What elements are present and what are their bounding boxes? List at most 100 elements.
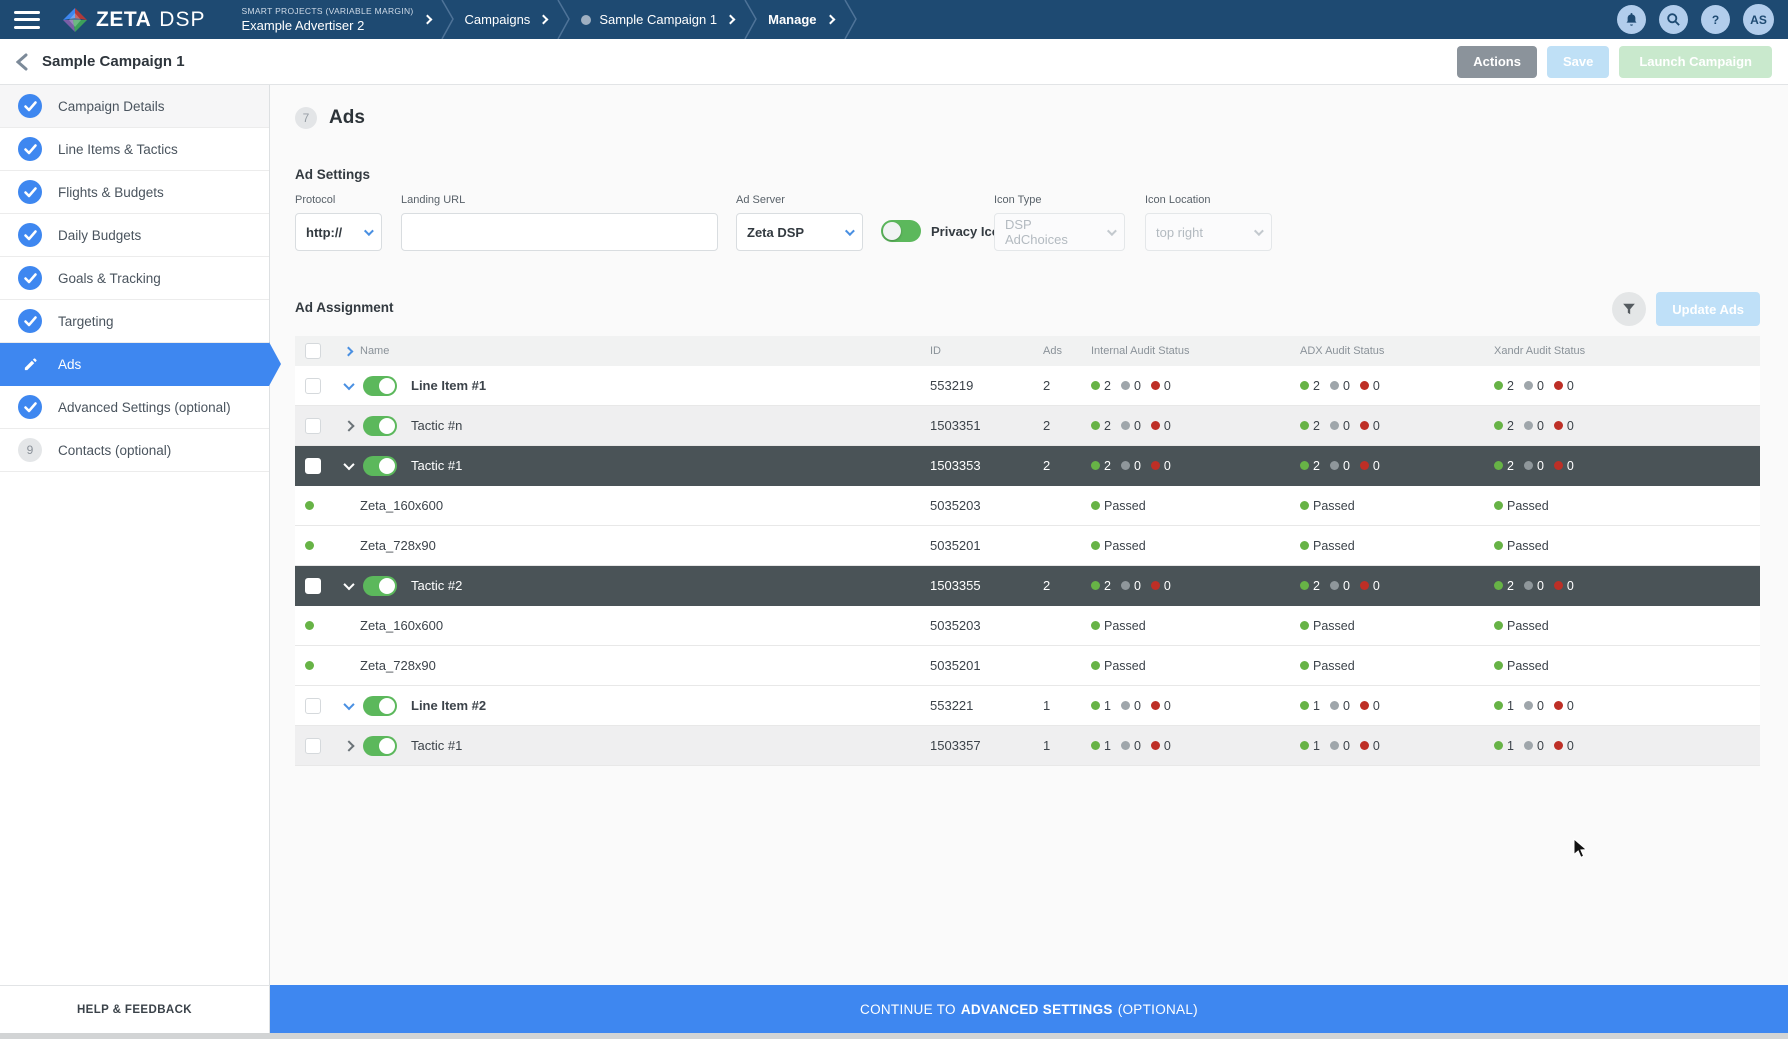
audit-count-green: 1 [1091,699,1111,713]
sidebar-item-campaign-details[interactable]: Campaign Details [0,85,269,128]
row-enabled-toggle[interactable] [363,416,397,436]
row-ads-count: 2 [1043,378,1091,393]
brand-zeta: ZETA [96,8,151,32]
internal-audit-status: 200 [1091,379,1300,393]
assignment-row[interactable]: Line Item #15532192200200200 [295,366,1760,406]
col-id[interactable]: ID [930,345,1043,357]
assignment-row[interactable]: Tactic #n15033512200200200 [295,406,1760,446]
col-name[interactable]: Name [360,345,389,357]
passed-label: Passed [1104,539,1146,553]
sidebar-item-targeting[interactable]: Targeting [0,300,269,343]
ad-server-field: Ad Server Zeta DSP [736,194,863,251]
assignment-row[interactable]: Line Item #25532211100100100 [295,686,1760,726]
row-checkbox[interactable] [305,698,321,714]
launch-campaign-button[interactable]: Launch Campaign [1619,46,1772,78]
sidebar-item-goals-tracking[interactable]: Goals & Tracking [0,257,269,300]
sidebar-item-contacts-optional[interactable]: 9Contacts (optional) [0,429,269,472]
chevron-down-icon[interactable] [343,458,354,469]
breadcrumb-item[interactable]: Manage [758,0,843,39]
chevron-down-icon[interactable] [343,578,354,589]
audit-count-value: 0 [1343,579,1350,593]
row-checkbox[interactable] [305,418,321,434]
chevron-right-icon[interactable] [539,15,549,25]
chevron-down-icon [364,226,374,236]
back-button[interactable] [16,53,28,71]
update-ads-button[interactable]: Update Ads [1656,292,1760,326]
internal-audit-status: 200 [1091,459,1300,473]
ad-row[interactable]: Zeta_160x6005035203PassedPassedPassed [295,606,1760,646]
audit-count-value: 2 [1507,459,1514,473]
internal-audit-status: 100 [1091,739,1300,753]
audit-count-green: 1 [1494,739,1514,753]
row-checkbox[interactable] [305,458,321,474]
search-icon[interactable] [1659,5,1688,34]
chevron-down-icon[interactable] [343,378,354,389]
xandr-audit-status: Passed [1494,499,1760,513]
assignment-row[interactable]: Tactic #215033552200200200 [295,566,1760,606]
audit-count-value: 2 [1313,419,1320,433]
hamburger-menu-icon[interactable] [14,11,40,29]
audit-count-value: 0 [1567,739,1574,753]
audit-count-value: 0 [1373,419,1380,433]
audit-count-value: 0 [1567,379,1574,393]
save-button[interactable]: Save [1547,46,1609,78]
audit-passed: Passed [1494,499,1549,513]
chevron-right-icon[interactable] [825,15,835,25]
chevron-right-icon[interactable] [726,15,736,25]
chevron-right-icon[interactable] [422,15,432,25]
audit-count-red: 0 [1151,739,1171,753]
audit-passed: Passed [1494,539,1549,553]
help-icon[interactable]: ? [1701,5,1730,34]
actions-button[interactable]: Actions [1457,46,1537,78]
row-checkbox[interactable] [305,738,321,754]
row-name: Line Item #1 [411,378,486,393]
continue-button[interactable]: CONTINUE TO ADVANCED SETTINGS (OPTIONAL) [270,985,1788,1033]
row-enabled-toggle[interactable] [363,576,397,596]
ad-row[interactable]: Zeta_160x6005035203PassedPassedPassed [295,486,1760,526]
row-id: 1503355 [930,578,1043,593]
row-checkbox[interactable] [305,578,321,594]
protocol-select[interactable]: http:// [295,213,382,251]
gray-dot-icon [1121,421,1130,430]
assignment-row[interactable]: Tactic #115033532200200200 [295,446,1760,486]
assignment-row[interactable]: Tactic #115033571100100100 [295,726,1760,766]
col-ads[interactable]: Ads [1043,345,1091,357]
breadcrumb-item[interactable]: Campaigns [455,0,558,39]
green-dot-icon [305,501,314,510]
breadcrumb-item[interactable]: SMART PROJECTS (VARIABLE MARGIN)Example … [231,0,440,39]
audit-count-gray: 0 [1121,379,1141,393]
ad-server-select[interactable]: Zeta DSP [736,213,863,251]
audit-count-red: 0 [1554,699,1574,713]
row-enabled-toggle[interactable] [363,376,397,396]
row-enabled-toggle[interactable] [363,736,397,756]
chevron-right-icon[interactable] [343,420,354,431]
chevron-right-icon[interactable] [344,346,354,356]
chevron-right-icon[interactable] [343,740,354,751]
brand-logo[interactable]: ZETA DSP [62,7,205,33]
row-enabled-toggle[interactable] [363,456,397,476]
select-all-checkbox[interactable] [305,343,321,359]
privacy-icon-toggle[interactable] [881,220,921,242]
notifications-icon[interactable] [1617,5,1646,34]
row-checkbox[interactable] [305,378,321,394]
filter-button[interactable] [1612,292,1646,326]
audit-count-green: 1 [1300,699,1320,713]
col-internal-audit[interactable]: Internal Audit Status [1091,345,1300,357]
ad-row[interactable]: Zeta_728x905035201PassedPassedPassed [295,646,1760,686]
avatar[interactable]: AS [1743,4,1774,35]
col-adx-audit[interactable]: ADX Audit Status [1300,345,1494,357]
breadcrumb-item[interactable]: Sample Campaign 1 [571,0,744,39]
help-feedback-button[interactable]: HELP & FEEDBACK [0,985,270,1033]
sidebar-item-daily-budgets[interactable]: Daily Budgets [0,214,269,257]
sidebar-item-ads[interactable]: Ads [0,343,269,386]
audit-count-value: 0 [1164,579,1171,593]
row-enabled-toggle[interactable] [363,696,397,716]
chevron-down-icon[interactable] [343,698,354,709]
sidebar-item-flights-budgets[interactable]: Flights & Budgets [0,171,269,214]
col-xandr-audit[interactable]: Xandr Audit Status [1494,345,1760,357]
ad-row[interactable]: Zeta_728x905035201PassedPassedPassed [295,526,1760,566]
adx-audit-status: 200 [1300,579,1494,593]
sidebar-item-line-items-tactics[interactable]: Line Items & Tactics [0,128,269,171]
sidebar-item-advanced-settings-optional[interactable]: Advanced Settings (optional) [0,386,269,429]
landing-url-input[interactable] [412,214,707,250]
